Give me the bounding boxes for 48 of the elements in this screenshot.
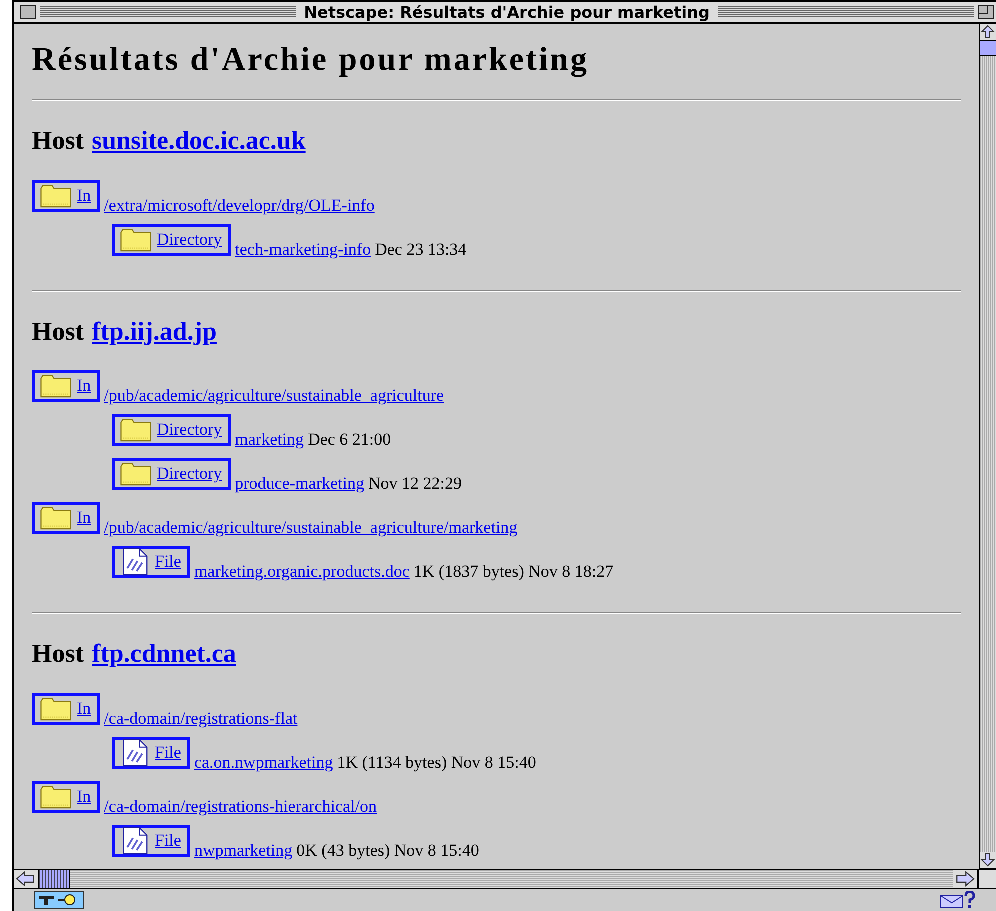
up-arrow-icon[interactable]: [980, 24, 996, 41]
host-label: Host: [32, 318, 84, 346]
host-link[interactable]: sunsite.doc.ic.ac.uk: [92, 127, 306, 156]
folder-link-button[interactable]: In: [32, 180, 100, 212]
host-label: Host: [32, 127, 84, 156]
directory-link-button[interactable]: Directory: [112, 414, 232, 446]
left-arrow-icon[interactable]: [14, 870, 39, 888]
folder-link-button[interactable]: In: [32, 780, 100, 813]
entry-info: 1K (1837 bytes) Nov 8 18:27: [414, 562, 614, 582]
path-link[interactable]: /ca-domain/registrations-hierarchical/on: [104, 796, 378, 817]
entry-link[interactable]: marketing.organic.products.doc: [194, 562, 410, 582]
entry-link[interactable]: tech-marketing-info: [235, 240, 372, 260]
entry-info: 0K (43 bytes) Nov 8 15:40: [296, 840, 480, 861]
folder-link-button[interactable]: In: [32, 692, 100, 725]
entry-info: Nov 12 22:29: [368, 474, 462, 494]
path-link[interactable]: /extra/microsoft/developr/drg/OLE-info: [104, 196, 375, 216]
zoom-box[interactable]: [978, 5, 994, 19]
window-title: Netscape: Résultats d'Archie pour marketing: [303, 2, 711, 22]
file-link-button[interactable]: File: [112, 824, 190, 857]
document-icon: [121, 548, 149, 576]
close-box[interactable]: [20, 5, 36, 19]
directory-link-button[interactable]: Directory: [112, 458, 232, 490]
file-link-button[interactable]: File: [112, 736, 190, 769]
mail-icon[interactable]: [940, 891, 976, 909]
entry-info: Dec 6 21:00: [308, 430, 392, 450]
entry-link[interactable]: ca.on.nwpmarketing: [194, 752, 334, 773]
entry-link[interactable]: marketing: [235, 430, 304, 450]
down-arrow-icon[interactable]: [980, 852, 996, 869]
scroll-thumb[interactable]: [980, 41, 996, 56]
directory-link-button[interactable]: Directory: [112, 224, 232, 256]
folder-link-button[interactable]: In: [32, 502, 100, 534]
folder-link-button[interactable]: In: [32, 370, 100, 402]
page-heading: Résultats d'Archie pour marketing: [32, 44, 590, 77]
entry-link[interactable]: nwpmarketing: [194, 840, 293, 861]
document-icon: [121, 738, 149, 767]
host-link[interactable]: ftp.iij.ad.jp: [92, 318, 217, 346]
path-link[interactable]: /pub/academic/agriculture/sustainable_agriculture/marketing: [104, 518, 518, 538]
scroll-thumb[interactable]: [39, 870, 70, 888]
file-link-button[interactable]: File: [112, 546, 190, 578]
entry-info: Dec 23 13:34: [375, 240, 467, 260]
entry-link[interactable]: produce-marketing: [235, 474, 364, 494]
security-key-icon[interactable]: [34, 891, 84, 909]
path-link[interactable]: /ca-domain/registrations-flat: [104, 708, 298, 729]
document-icon: [121, 826, 149, 855]
host-label: Host: [32, 640, 84, 669]
entry-info: 1K (1134 bytes) Nov 8 15:40: [337, 752, 536, 773]
path-link[interactable]: /pub/academic/agriculture/sustainable_agriculture: [104, 386, 444, 406]
host-link[interactable]: ftp.cdnnet.ca: [92, 640, 236, 669]
